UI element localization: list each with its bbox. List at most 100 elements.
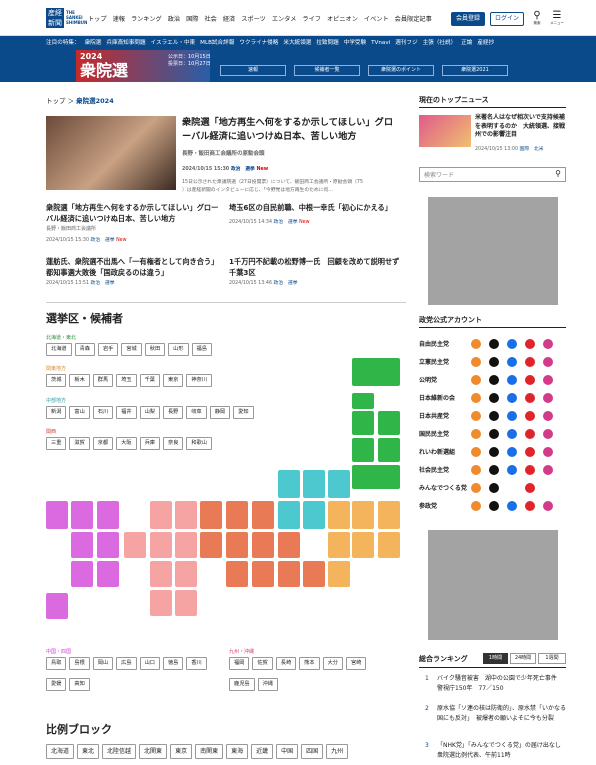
x-icon[interactable] bbox=[489, 447, 499, 457]
pref-button[interactable]: 北海道 bbox=[46, 343, 72, 356]
topic-link[interactable]: 衆院選 bbox=[85, 40, 102, 46]
map-nagano[interactable] bbox=[303, 501, 325, 529]
pref-button[interactable]: 和歌山 bbox=[186, 437, 212, 450]
breadcrumb-home[interactable]: トップ bbox=[46, 97, 66, 105]
pref-button[interactable]: 高知 bbox=[69, 678, 90, 691]
featured-tags[interactable]: 政治 選挙 bbox=[231, 167, 255, 172]
ranking-item[interactable]: 3 「NHK党」「みんなでつくる党」の届け出なし 衆院選比例代表、午前11時 bbox=[419, 741, 569, 765]
block-button[interactable]: 北陸信越 bbox=[102, 744, 137, 759]
pref-button[interactable]: 東京 bbox=[162, 374, 184, 387]
nav-item[interactable]: 社会 bbox=[204, 16, 216, 23]
ad-placeholder[interactable] bbox=[428, 530, 558, 640]
line-icon[interactable] bbox=[471, 375, 481, 385]
instagram-icon[interactable] bbox=[543, 429, 553, 439]
pref-button[interactable]: 神奈川 bbox=[186, 374, 212, 387]
search-icon[interactable]: ⚲ bbox=[555, 169, 561, 178]
pref-button[interactable]: 愛媛 bbox=[46, 678, 67, 691]
map-kanto-south[interactable] bbox=[328, 561, 350, 587]
map-tochigi[interactable] bbox=[352, 501, 374, 529]
map-shizuoka[interactable] bbox=[252, 561, 274, 587]
banner-button-breaking[interactable]: 速報 bbox=[220, 65, 286, 76]
pref-button[interactable]: 熊本 bbox=[299, 657, 320, 670]
article-tags[interactable]: 政治 選挙 bbox=[91, 281, 115, 286]
nav-item[interactable]: ランキング bbox=[131, 16, 162, 23]
pref-button[interactable]: 石川 bbox=[92, 406, 114, 419]
nav-item[interactable]: ライフ bbox=[302, 16, 321, 23]
top-news-photo[interactable] bbox=[419, 115, 471, 147]
map-aichi[interactable] bbox=[252, 532, 274, 558]
block-button[interactable]: 北関東 bbox=[139, 744, 168, 759]
featured-title[interactable]: 衆院選「地方再生へ何をするか示してほしい」グローバル経済に追いつけぬ日本、苦しい… bbox=[182, 116, 402, 144]
instagram-icon[interactable] bbox=[543, 501, 553, 511]
article-tags[interactable]: 政治 選挙 bbox=[91, 238, 115, 243]
article-title[interactable]: 蓮舫氏、衆院選不出馬へ「一有権者として向き合う」 都知事選大敗後「国政戻るのは違… bbox=[46, 256, 222, 278]
topic-link[interactable]: MLB試合詳報 bbox=[200, 40, 234, 46]
map-tokushima[interactable] bbox=[150, 561, 172, 587]
featured-photo[interactable] bbox=[46, 116, 176, 190]
map-tottori[interactable] bbox=[150, 501, 172, 529]
top-news-tags[interactable]: 国際 北米 bbox=[520, 147, 544, 152]
map-miyagi[interactable] bbox=[378, 438, 400, 462]
topic-link[interactable]: ウクライナ侵略 bbox=[239, 40, 278, 46]
instagram-icon[interactable] bbox=[543, 411, 553, 421]
pref-button[interactable]: 富山 bbox=[69, 406, 90, 419]
map-toyama[interactable] bbox=[303, 470, 325, 498]
ranking-tab-24h[interactable]: 24時間 bbox=[510, 653, 536, 664]
topic-link[interactable]: 兵庫斎知事問題 bbox=[106, 40, 145, 46]
nav-item[interactable]: スポーツ bbox=[241, 16, 266, 23]
map-kanagawa[interactable] bbox=[278, 561, 300, 587]
topic-link[interactable]: 米大統領選 bbox=[283, 40, 311, 46]
line-icon[interactable] bbox=[471, 339, 481, 349]
pref-button[interactable]: 山口 bbox=[139, 657, 160, 670]
pref-button[interactable]: 沖縄 bbox=[257, 678, 278, 691]
pref-button[interactable]: 三重 bbox=[46, 437, 67, 450]
youtube-icon[interactable] bbox=[525, 429, 535, 439]
line-icon[interactable] bbox=[471, 411, 481, 421]
youtube-icon[interactable] bbox=[525, 375, 535, 385]
pref-button[interactable]: 香川 bbox=[186, 657, 207, 670]
map-okayama[interactable] bbox=[124, 532, 146, 558]
pref-button[interactable]: 岩手 bbox=[97, 343, 119, 356]
ad-placeholder[interactable] bbox=[428, 197, 558, 305]
x-icon[interactable] bbox=[489, 411, 499, 421]
pref-button[interactable]: 広島 bbox=[116, 657, 137, 670]
line-icon[interactable] bbox=[471, 429, 481, 439]
featured-article[interactable]: 衆院選「地方再生へ何をするか示してほしい」グローバル経済に追いつけぬ日本、苦しい… bbox=[182, 116, 402, 195]
youtube-icon[interactable] bbox=[525, 501, 535, 511]
map-niigata[interactable] bbox=[328, 470, 350, 498]
block-button[interactable]: 東北 bbox=[77, 744, 100, 759]
block-button[interactable]: 九州 bbox=[326, 744, 349, 759]
map-ibaraki[interactable] bbox=[378, 501, 400, 529]
block-button[interactable]: 南関東 bbox=[195, 744, 224, 759]
topic-link[interactable]: 正論 bbox=[461, 40, 472, 46]
nav-item[interactable]: 政治 bbox=[168, 16, 180, 23]
youtube-icon[interactable] bbox=[525, 393, 535, 403]
register-button[interactable]: 会員登録 bbox=[451, 12, 485, 26]
instagram-icon[interactable] bbox=[543, 447, 553, 457]
nav-item[interactable]: 会員限定記事 bbox=[395, 16, 432, 23]
map-yamagata[interactable] bbox=[352, 438, 374, 462]
map-ishikawa[interactable] bbox=[278, 470, 300, 498]
map-iwate[interactable] bbox=[378, 411, 400, 435]
pref-button[interactable]: 岡山 bbox=[92, 657, 114, 670]
block-button[interactable]: 中国 bbox=[276, 744, 299, 759]
x-icon[interactable] bbox=[489, 357, 499, 367]
map-fukushima[interactable] bbox=[352, 465, 400, 489]
map-fukuoka[interactable] bbox=[71, 532, 93, 558]
map-chiba[interactable] bbox=[378, 532, 400, 558]
map-hyogo[interactable] bbox=[175, 501, 197, 529]
ranking-item[interactable]: 2 原水協「ソ連の核は防衛的」、原水禁「いかなる国にも反対」 被爆者の願いよそに今… bbox=[419, 704, 569, 734]
ranking-tab-1w[interactable]: 1週間 bbox=[538, 653, 566, 664]
facebook-icon[interactable] bbox=[507, 465, 517, 475]
article-tags[interactable]: 政治 選挙 bbox=[274, 220, 298, 225]
map-kyoto[interactable] bbox=[200, 501, 222, 529]
article-item[interactable]: 蓮舫氏、衆院選不出馬へ「一有権者として向き合う」 都知事選大敗後「国政戻るのは違… bbox=[46, 256, 222, 289]
facebook-icon[interactable] bbox=[507, 429, 517, 439]
map-gunma[interactable] bbox=[328, 501, 350, 529]
facebook-icon[interactable] bbox=[507, 357, 517, 367]
pref-button[interactable]: 静岡 bbox=[209, 406, 231, 419]
article-item[interactable]: 埼玉6区の自民前職、中根一幸氏「初心にかえる」 2024/10/15 14:34… bbox=[229, 202, 405, 228]
pref-button[interactable]: 鳥取 bbox=[46, 657, 67, 670]
map-wakayama[interactable] bbox=[175, 532, 197, 558]
article-title[interactable]: 埼玉6区の自民前職、中根一幸氏「初心にかえる」 bbox=[229, 202, 405, 213]
